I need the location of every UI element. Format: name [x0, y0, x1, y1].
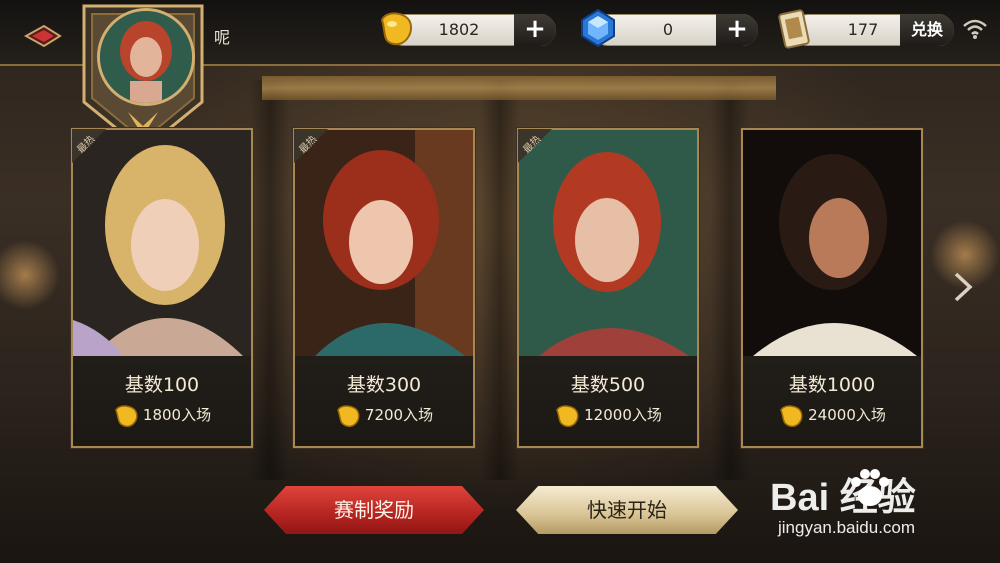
- exchange-button[interactable]: 兑换: [900, 14, 954, 46]
- watermark-logo: Bai 经验: [770, 477, 916, 519]
- tier-base-label: 基数100: [124, 374, 200, 396]
- tier-card-300[interactable]: 最热 基数300 7200入场: [293, 128, 475, 448]
- next-page-arrow-icon[interactable]: [950, 270, 976, 304]
- card-portrait: [73, 130, 251, 356]
- tier-base-label: 基数1000: [788, 374, 876, 396]
- add-gems-button[interactable]: +: [716, 14, 758, 46]
- tier-entry-fee: 7200入场: [295, 402, 473, 428]
- wall-lamp: [0, 240, 60, 310]
- paw-logo-icon: [851, 469, 889, 506]
- tier-entry-text: 24000入场: [808, 406, 886, 424]
- tier-card-500[interactable]: 最热 基数500 12000入场: [517, 128, 699, 448]
- title-banner: [262, 76, 776, 100]
- card-portrait: [295, 130, 473, 356]
- gold-bean-icon: [780, 404, 803, 427]
- ticket-icon: [778, 9, 810, 49]
- diamond-icon: [581, 8, 615, 48]
- rewards-rules-button[interactable]: 赛制奖励: [264, 486, 484, 534]
- background-pillar: [480, 80, 520, 480]
- braided-redhead-portrait-icon: [519, 130, 697, 356]
- back-arrow-icon[interactable]: [24, 24, 62, 48]
- tier-base-label: 基数300: [346, 374, 422, 396]
- ticket-counter: 177 兑换: [792, 14, 954, 46]
- dark-haired-lady-portrait-icon: [743, 130, 921, 356]
- gold-bean-icon: [115, 404, 138, 427]
- add-coins-button[interactable]: +: [514, 14, 556, 46]
- quick-start-button[interactable]: 快速开始: [516, 486, 738, 534]
- tier-entry-text: 7200入场: [364, 406, 434, 424]
- card-portrait: [519, 130, 697, 356]
- tier-base-label: 基数500: [570, 374, 646, 396]
- wifi-icon: [963, 19, 987, 39]
- tier-entry-fee: 24000入场: [743, 402, 921, 428]
- baidu-watermark: Bai 经验 jingyan.baidu.com: [770, 466, 982, 546]
- tier-entry-fee: 12000入场: [519, 402, 697, 428]
- avatar: [97, 8, 195, 106]
- card-portrait: [743, 130, 921, 356]
- tier-card-100[interactable]: 最热 基数100 1800入场: [71, 128, 253, 448]
- avatar-portrait-icon: [100, 11, 192, 103]
- tier-entry-text: 1800入场: [142, 406, 212, 424]
- gold-bean-icon: [337, 404, 360, 427]
- tier-entry-fee: 1800入场: [73, 402, 251, 428]
- watermark-url: jingyan.baidu.com: [778, 518, 916, 537]
- tier-card-1000[interactable]: 基数1000 24000入场: [741, 128, 923, 448]
- gold-bean-icon: [380, 12, 412, 46]
- gold-bean-icon: [556, 404, 579, 427]
- redhead-lady-portrait-icon: [295, 130, 473, 356]
- player-nickname: 呢: [214, 28, 231, 47]
- tier-entry-text: 12000入场: [584, 406, 662, 424]
- background-pillar: [250, 80, 290, 480]
- blonde-lady-portrait-icon: [73, 130, 251, 356]
